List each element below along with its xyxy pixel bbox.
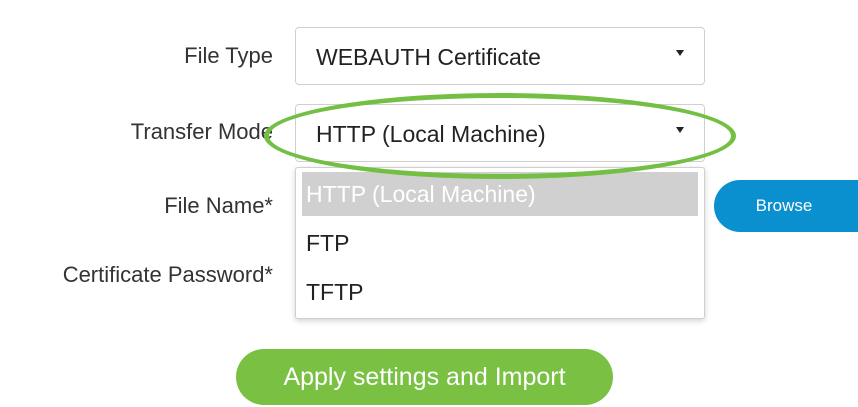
dropdown-option-tftp[interactable]: TFTP — [302, 270, 698, 314]
file-type-value: WEBAUTH Certificate — [316, 44, 541, 70]
transfer-mode-dropdown: HTTP (Local Machine) FTP TFTP — [295, 167, 705, 319]
browse-button[interactable]: Browse — [714, 180, 858, 232]
file-type-label: File Type — [184, 43, 273, 68]
caret-down-icon — [676, 50, 684, 56]
transfer-mode-value: HTTP (Local Machine) — [316, 121, 546, 147]
dropdown-option-http[interactable]: HTTP (Local Machine) — [302, 172, 698, 216]
file-type-select[interactable]: WEBAUTH Certificate — [295, 27, 705, 85]
apply-settings-and-import-button[interactable]: Apply settings and Import — [236, 349, 613, 405]
caret-down-icon — [676, 127, 684, 133]
transfer-mode-select[interactable]: HTTP (Local Machine) — [295, 104, 705, 162]
import-certificate-form: File Type WEBAUTH Certificate Transfer M… — [0, 0, 858, 407]
transfer-mode-label: Transfer Mode — [130, 119, 273, 144]
file-name-label: File Name* — [164, 193, 273, 218]
dropdown-option-ftp[interactable]: FTP — [302, 221, 698, 265]
certificate-password-label: Certificate Password* — [62, 262, 273, 287]
